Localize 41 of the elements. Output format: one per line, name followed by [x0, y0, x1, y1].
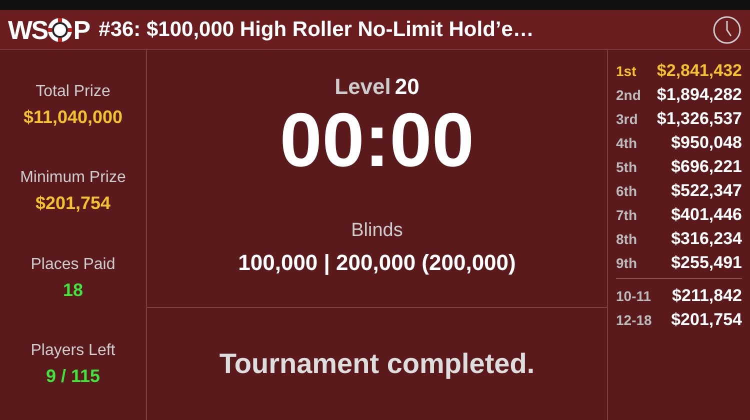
- stat-value: $11,040,000: [23, 106, 123, 129]
- level-number: 20: [394, 73, 420, 101]
- blinds-value: 100,000 | 200,000 (200,000): [238, 248, 516, 277]
- level-label: Level: [334, 73, 391, 101]
- logo-text: P: [73, 16, 91, 42]
- stat-value: 18: [62, 278, 84, 302]
- payout-amount: $1,326,537: [656, 108, 742, 130]
- payout-amount: $2,841,432: [656, 60, 742, 82]
- payout-place: 4th: [616, 134, 637, 153]
- countdown-timer: 00:00: [280, 103, 474, 179]
- payout-place: 1st: [616, 62, 636, 81]
- payout-amount: $255,491: [671, 252, 742, 274]
- status-message: Tournament completed.: [219, 347, 535, 381]
- payout-amount: $696,221: [671, 156, 742, 178]
- payout-place: 12-18: [616, 311, 652, 330]
- payout-amount: $401,446: [671, 204, 742, 226]
- payout-place: 7th: [616, 206, 637, 225]
- stat-label: Players Left: [30, 341, 116, 362]
- payout-place: 3rd: [616, 110, 638, 129]
- payout-place: 6th: [616, 182, 637, 201]
- poker-chip-icon: [47, 16, 74, 42]
- payout-place: 8th: [616, 230, 637, 249]
- payout-amount: $522,347: [671, 180, 742, 202]
- payout-place: 2nd: [616, 86, 641, 105]
- stat-label: Total Prize: [36, 82, 110, 102]
- blinds-label: Blinds: [351, 219, 403, 243]
- payout-place: 10-11: [616, 287, 652, 306]
- payout-amount: $201,754: [671, 309, 742, 331]
- payout-place: 9th: [616, 254, 637, 273]
- stat-label: Minimum Prize: [20, 168, 126, 188]
- payout-amount: $1,894,282: [656, 84, 742, 106]
- payout-place: 5th: [616, 158, 637, 177]
- payout-amount: $950,048: [671, 132, 742, 154]
- logo-text: WS: [8, 16, 48, 42]
- stat-value: 9 / 115: [46, 365, 100, 388]
- tournament-title: #36: $100,000 High Roller No-Limit Hold’e…: [98, 16, 534, 43]
- stat-label: Places Paid: [30, 254, 116, 275]
- stat-value: $201,754: [35, 192, 111, 216]
- payout-amount: $316,234: [671, 228, 742, 250]
- payout-amount: $211,842: [672, 285, 742, 307]
- clock-icon[interactable]: [712, 14, 742, 44]
